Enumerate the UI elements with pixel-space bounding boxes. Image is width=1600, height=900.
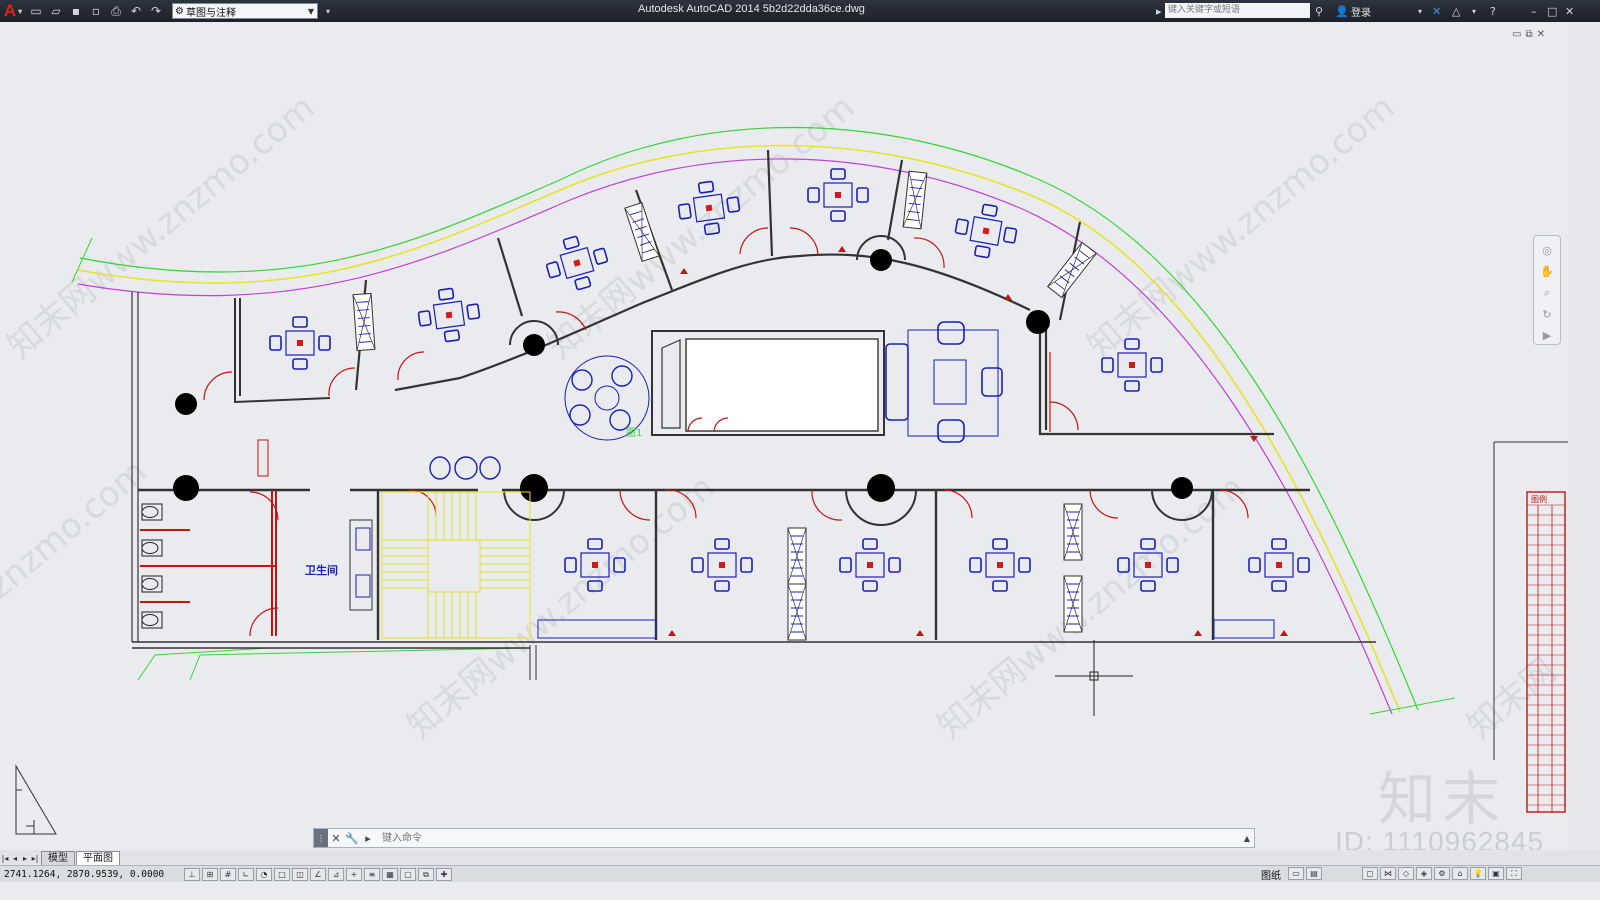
- 3d-osnap-icon[interactable]: ◫: [292, 868, 308, 881]
- selection-cycling-icon[interactable]: ⧉: [418, 868, 434, 881]
- steering-wheel-icon[interactable]: ◎: [1542, 244, 1552, 257]
- svg-text:知末网www.znzmo.com: 知末网www.znzmo.com: [0, 87, 322, 366]
- object-snap-tracking-icon[interactable]: ∠: [310, 868, 326, 881]
- drawing-canvas[interactable]: 知末网www.znzmo.com 知末网www.znzmo.com 知末网www…: [0, 22, 1568, 850]
- object-snap-icon[interactable]: □: [274, 868, 290, 881]
- svg-text:图1: 图1: [626, 427, 642, 439]
- snap-mode-icon[interactable]: ⊞: [202, 868, 218, 881]
- isolate-objects-icon[interactable]: 💡: [1470, 867, 1486, 880]
- workspace-select[interactable]: ⚙ 草图与注释 ▼: [172, 3, 318, 19]
- recent-commands-icon[interactable]: ▸: [360, 832, 376, 845]
- svg-text:知末网www.znzmo.com: 知末网www.znzmo.com: [400, 467, 722, 746]
- command-line: ⋮ ✕ 🔧 ▸ ▲: [313, 828, 1255, 848]
- new-icon[interactable]: ▭: [28, 3, 44, 19]
- clean-screen-icon[interactable]: ⛶: [1506, 867, 1522, 880]
- transparency-icon[interactable]: ▦: [382, 868, 398, 881]
- login-dropdown-icon[interactable]: ▾: [1418, 2, 1422, 20]
- auto-scale-icon[interactable]: ◈: [1416, 867, 1432, 880]
- dynamic-input-icon[interactable]: +: [346, 868, 362, 881]
- workspace-switching-icon[interactable]: ⚙: [1434, 867, 1450, 880]
- ucs-icon: [15, 764, 57, 835]
- staircase: [381, 491, 531, 639]
- maximize-viewport-icon[interactable]: ◻: [1362, 867, 1378, 880]
- command-input[interactable]: [376, 829, 1240, 847]
- tab-floor-plan[interactable]: 平面图: [76, 851, 120, 865]
- lock-ui-icon[interactable]: ⌂: [1452, 867, 1468, 880]
- bottom-strip: [0, 882, 1600, 900]
- paper-space-label[interactable]: 图纸: [1261, 867, 1281, 882]
- prev-tab-icon[interactable]: ◂: [10, 852, 20, 865]
- navigation-bar: ◎ ✋ ⌕ ↻ ▶: [1533, 235, 1561, 345]
- customize-qat-button[interactable]: ▾: [320, 3, 336, 19]
- command-line-grip-icon[interactable]: ⋮: [314, 829, 328, 847]
- lineweight-icon[interactable]: ≡: [364, 868, 380, 881]
- layout-tabs-bar: |◂ ◂ ▸ ▸| 模型 平面图: [0, 850, 1600, 865]
- viewport-restore-icon[interactable]: ⧉: [1525, 29, 1532, 40]
- first-tab-icon[interactable]: |◂: [0, 852, 10, 865]
- exit-markers: [668, 246, 1288, 636]
- print-icon[interactable]: ⎙: [108, 3, 124, 19]
- title-bar: A ▾ ▭ ▱ ▪ ▫ ⎙ ↶ ↷ ⚙ 草图与注释 ▼ ▾ Autodesk Au…: [0, 0, 1600, 22]
- a360-dropdown-icon[interactable]: ▾: [1472, 2, 1476, 20]
- maximize-icon[interactable]: □: [1547, 2, 1557, 20]
- next-tab-icon[interactable]: ▸: [20, 852, 30, 865]
- polar-tracking-icon[interactable]: ◔: [256, 868, 272, 881]
- redo-icon[interactable]: ↷: [148, 3, 164, 19]
- legend-table: 图例: [1493, 441, 1568, 813]
- workspace-label: 草图与注释: [185, 7, 236, 19]
- quick-view-drawings-icon[interactable]: ▤: [1306, 867, 1322, 880]
- window-title: Autodesk AutoCAD 2014 5b2d22dda36ce.dwg: [638, 3, 865, 15]
- customize-wrench-icon[interactable]: 🔧: [344, 832, 360, 845]
- close-icon[interactable]: ✕: [1565, 2, 1574, 20]
- status-bar: 2741.1264, 2870.9539, 0.0000 ⊥ ⊞ # ∟ ◔ □…: [0, 865, 1600, 883]
- quick-properties-icon[interactable]: ▢: [400, 868, 416, 881]
- gear-icon: ⚙: [175, 5, 184, 17]
- svg-text:图例: 图例: [1531, 494, 1547, 504]
- application-menu-button[interactable]: A ▾: [0, 0, 26, 22]
- floor-plan-drawing: 知末网www.znzmo.com 知末网www.znzmo.com 知末网www…: [0, 87, 1568, 835]
- tab-model[interactable]: 模型: [41, 851, 75, 865]
- save-icon[interactable]: ▪: [68, 3, 84, 19]
- search-expand-icon[interactable]: ▸: [1156, 2, 1162, 20]
- vertical-scrollbar[interactable]: [1568, 22, 1600, 850]
- orbit-icon[interactable]: ↻: [1542, 308, 1551, 321]
- saveas-icon[interactable]: ▫: [88, 3, 104, 19]
- room-label-washroom: 卫生间: [305, 563, 338, 577]
- command-history-icon[interactable]: ▲: [1240, 834, 1254, 843]
- svg-text:知末网www.znzmo.com: 知末网www.znzmo.com: [540, 87, 862, 366]
- dynamic-ucs-icon[interactable]: ⊿: [328, 868, 344, 881]
- ortho-icon[interactable]: ∟: [238, 868, 254, 881]
- a360-icon[interactable]: △: [1452, 2, 1460, 20]
- zoom-icon[interactable]: ⌕: [1544, 286, 1550, 300]
- undo-icon[interactable]: ↶: [128, 3, 144, 19]
- search-input[interactable]: 键入关键字或短语: [1165, 3, 1310, 18]
- open-icon[interactable]: ▱: [48, 3, 64, 19]
- svg-text:znzmo.com: znzmo.com: [0, 452, 154, 607]
- annotation-monitor-icon[interactable]: ✚: [436, 868, 452, 881]
- infer-constraints-icon[interactable]: ⊥: [184, 868, 200, 881]
- coordinate-readout: 2741.1264, 2870.9539, 0.0000: [4, 869, 165, 880]
- close-command-line-icon[interactable]: ✕: [328, 832, 344, 845]
- user-icon[interactable]: 👤: [1335, 2, 1349, 20]
- viewport-controls: ▭ ⧉ ✕: [1512, 29, 1545, 40]
- annotation-scale-icon[interactable]: ⋈: [1380, 867, 1396, 880]
- pan-icon[interactable]: ✋: [1540, 265, 1554, 278]
- login-link[interactable]: 登录: [1351, 2, 1371, 20]
- viewport-close-icon[interactable]: ✕: [1537, 29, 1545, 40]
- svg-text:知末网www.znzmo.com: 知末网www.znzmo.com: [1080, 87, 1402, 366]
- minimize-icon[interactable]: –: [1531, 2, 1537, 20]
- showmotion-icon[interactable]: ▶: [1543, 329, 1551, 342]
- chevron-down-icon: ▼: [307, 6, 314, 16]
- viewport-minimize-icon[interactable]: ▭: [1512, 29, 1521, 40]
- exchange-icon[interactable]: ✕: [1432, 2, 1441, 20]
- hardware-acceleration-icon[interactable]: ▣: [1488, 867, 1504, 880]
- grid-icon[interactable]: #: [220, 868, 236, 881]
- annotation-visibility-icon[interactable]: ◇: [1398, 867, 1414, 880]
- autocad-logo-icon: A: [3, 1, 17, 20]
- binoculars-icon[interactable]: ⚲: [1315, 2, 1323, 20]
- last-tab-icon[interactable]: ▸|: [30, 852, 40, 865]
- help-icon[interactable]: ?: [1490, 2, 1496, 20]
- quick-view-layouts-icon[interactable]: ▭: [1288, 867, 1304, 880]
